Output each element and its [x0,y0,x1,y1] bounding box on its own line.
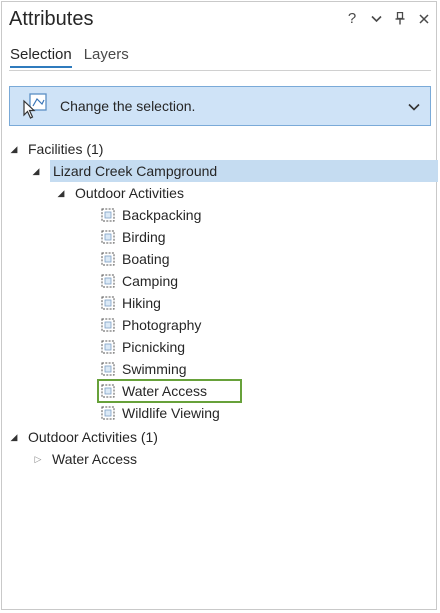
tree-node-feature[interactable]: Photography [101,314,201,336]
tree-label: Outdoor Activities [75,185,184,201]
tree-label: Swimming [122,361,187,377]
collapsed-triangle-icon[interactable]: ▷ [32,454,44,465]
tab-layers[interactable]: Layers [84,46,129,68]
pin-icon[interactable] [394,12,406,25]
expanded-triangle-icon[interactable]: ◢ [30,166,42,177]
tree-node-feature[interactable]: Birding [101,226,166,248]
change-selection-label: Change the selection. [60,98,196,114]
tree-label: Hiking [122,295,161,311]
expanded-triangle-icon[interactable]: ◢ [55,188,67,199]
feature-icon [101,230,115,244]
feature-icon [101,252,115,266]
feature-icon [101,362,115,376]
tree-label: Picnicking [122,339,186,355]
expanded-triangle-icon[interactable]: ◢ [8,432,20,443]
tree-node-feature[interactable]: Swimming [101,358,187,380]
tree-label: Backpacking [122,207,202,223]
tree-label: Wildlife Viewing [122,405,220,421]
feature-icon [101,384,115,398]
tree-label: Outdoor Activities (1) [28,429,158,445]
feature-icon [101,296,115,310]
feature-icon [101,274,115,288]
feature-icon [101,208,115,222]
tree-node-feature[interactable]: Camping [101,270,178,292]
tree-label: Photography [122,317,202,333]
tree-node-feature[interactable]: Hiking [101,292,161,314]
tree-label: Camping [122,273,179,289]
feature-icon [101,318,115,332]
tree-node-feature[interactable]: Boating [101,248,169,270]
tree-label: Water Access [122,383,208,399]
feature-icon [101,340,115,354]
chevron-down-icon [408,99,422,114]
change-selection-dropdown[interactable]: Change the selection. [9,86,431,126]
tree-label: Water Access [52,451,138,467]
help-icon[interactable]: ? [346,10,358,27]
tree-node-outdoor-activities-group[interactable]: ◢ Outdoor Activities [55,182,184,204]
tree-node-campground[interactable]: Lizard Creek Campground [50,160,438,182]
tree-label: Lizard Creek Campground [53,163,218,179]
tree-node-feature[interactable]: Wildlife Viewing [101,402,220,424]
tree-node-feature[interactable]: Backpacking [101,204,201,226]
tree-node-water-access[interactable]: ▷ Water Access [32,448,138,470]
select-tool-icon [23,93,47,119]
tab-selection[interactable]: Selection [10,46,72,68]
pane-title-buttons: ? [346,10,430,27]
tree-node-feature[interactable]: Picnicking [101,336,185,358]
pane-title: Attributes [9,8,94,30]
tree-node-feature-water-access[interactable]: Water Access [97,379,242,403]
tab-divider [9,70,431,71]
tree-node-outdoor-activities[interactable]: ◢ Outdoor Activities (1) [8,426,158,448]
tree-label: Boating [122,251,170,267]
close-icon[interactable] [418,13,430,24]
feature-icon [101,406,115,420]
options-menu-icon[interactable] [370,15,382,23]
expanded-triangle-icon[interactable]: ◢ [8,144,20,155]
tab-strip: Selection Layers [10,46,129,68]
tree-label: Birding [122,229,166,245]
tree-label: Facilities (1) [28,141,104,157]
tree-node-facilities[interactable]: ◢ Facilities (1) [8,138,104,160]
